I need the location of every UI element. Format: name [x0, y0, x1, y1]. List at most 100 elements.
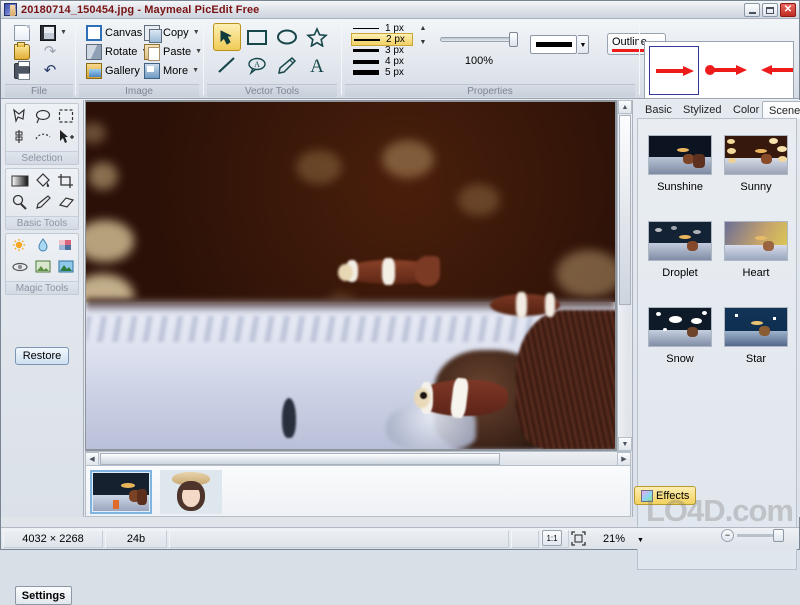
thumbnail-strip[interactable] [85, 465, 631, 517]
gallery-label: Gallery [105, 64, 140, 77]
arrow-style-dot-right[interactable] [703, 46, 753, 95]
save-button[interactable]: ▼ [37, 23, 70, 42]
effect-star[interactable]: Star [724, 307, 788, 365]
ribbon-group-image: Canvas Copy ▼ Rotate ▼ Paste ▼ [79, 21, 202, 97]
effects-button[interactable]: Effects [634, 486, 697, 505]
stroke-width-spinner[interactable]: ▲ ▼ [417, 25, 429, 53]
fit-icon [570, 530, 586, 546]
print-button[interactable] [11, 60, 33, 80]
eyedropper-icon[interactable] [32, 192, 54, 212]
effect-sunshine[interactable]: Sunshine [648, 135, 712, 193]
more-button[interactable]: More ▼ [141, 61, 202, 80]
star-tool[interactable] [303, 23, 331, 51]
minimize-button[interactable] [744, 3, 760, 17]
chevron-down-icon: ▼ [192, 29, 200, 36]
polygon-select-icon[interactable] [9, 106, 31, 126]
crop-icon[interactable] [55, 171, 77, 191]
effect-droplet[interactable]: Droplet [648, 221, 712, 279]
line-tool[interactable] [213, 51, 241, 79]
canvas-horizontal-scrollbar[interactable]: ◀ ▶ [85, 451, 631, 466]
thumbnail-portrait[interactable] [160, 470, 222, 514]
arrow-style-plain-left[interactable] [757, 46, 793, 95]
arrow-tool[interactable] [213, 23, 241, 51]
paint-bucket-icon[interactable] [32, 171, 54, 191]
undo-button[interactable]: ↶ [39, 61, 61, 80]
color-dropdown-button[interactable]: ▼ [578, 35, 589, 54]
tab-color[interactable]: Color [727, 102, 765, 118]
tab-scene[interactable]: Scene [762, 101, 800, 119]
stroke-width-option[interactable]: 4 px [351, 56, 413, 67]
star-icon [306, 27, 328, 47]
settings-button[interactable]: Settings [15, 586, 72, 605]
move-select-icon[interactable] [55, 127, 77, 147]
open-button[interactable] [11, 41, 33, 61]
effect-heart[interactable]: Heart [724, 221, 788, 279]
vertical-scroll-thumb[interactable] [619, 115, 631, 305]
canvas-area[interactable]: ▲ ▼ ◀ ▶ [85, 100, 632, 466]
eraser-icon[interactable] [55, 192, 77, 212]
color-swatch-button[interactable] [530, 35, 577, 54]
canvas-icon [86, 24, 102, 41]
title-bar: 20180714_150454.jpg - Maymeal PicEdit Fr… [1, 1, 799, 19]
enhance-icon[interactable] [55, 257, 77, 277]
ellipse-tool[interactable] [273, 23, 301, 51]
thumbnail-fish[interactable] [90, 470, 152, 514]
new-button[interactable] [11, 23, 33, 42]
image-canvas[interactable] [86, 102, 615, 449]
blur-icon[interactable] [32, 236, 54, 256]
effect-snow[interactable]: Snow [648, 307, 712, 365]
freehand-select-icon[interactable] [32, 127, 54, 147]
stroke-width-list[interactable]: 1 px 2 px 3 px 4 px 5 px [351, 23, 413, 78]
effect-sunny[interactable]: Sunny [724, 135, 788, 193]
saturation-icon[interactable] [55, 236, 77, 256]
canvas-vertical-scrollbar[interactable]: ▲ ▼ [617, 100, 632, 451]
restore-button[interactable]: Restore [15, 347, 69, 365]
red-eye-icon[interactable] [9, 257, 31, 277]
arrow-style-gallery[interactable] [644, 41, 794, 99]
status-message [169, 529, 509, 548]
scroll-left-button[interactable]: ◀ [85, 452, 99, 466]
zoom-out-button[interactable]: − [721, 529, 734, 542]
scroll-down-button[interactable]: ▼ [618, 437, 632, 451]
lasso-select-icon[interactable] [32, 106, 54, 126]
tab-basic[interactable]: Basic [639, 102, 678, 118]
magnetic-select-icon[interactable] [9, 127, 31, 147]
actual-size-button[interactable]: 1:1 [542, 530, 562, 546]
gradient-icon[interactable] [9, 171, 31, 191]
clone-icon[interactable] [32, 257, 54, 277]
arrow-style-plain-right[interactable] [649, 46, 699, 95]
opacity-slider[interactable] [440, 32, 518, 47]
rectangle-tool[interactable] [243, 23, 271, 51]
zoom-slider[interactable]: − [721, 529, 791, 545]
group-label-image: Image [79, 84, 199, 97]
stroke-width-option[interactable]: 5 px [351, 67, 413, 78]
photo-small-fish [282, 398, 296, 438]
ribbon-group-vector-tools: A A Vector Tools [207, 21, 337, 97]
slider-handle[interactable] [509, 32, 518, 47]
text-tool[interactable]: A [303, 51, 331, 79]
scroll-right-button[interactable]: ▶ [617, 452, 631, 466]
rectangle-select-icon[interactable] [55, 106, 77, 126]
canvas-button[interactable]: Canvas [83, 23, 145, 42]
horizontal-scroll-thumb[interactable] [100, 453, 500, 465]
stroke-width-option[interactable]: 3 px [351, 45, 413, 56]
chevron-down-icon[interactable]: ▼ [417, 39, 429, 53]
zoom-dropdown-icon[interactable]: ▼ [637, 537, 644, 544]
pencil-tool[interactable] [273, 51, 301, 79]
paste-button[interactable]: Paste ▼ [141, 42, 205, 61]
chevron-up-icon[interactable]: ▲ [417, 25, 429, 39]
callout-tool[interactable]: A [243, 51, 271, 79]
tab-stylized[interactable]: Stylized [677, 102, 728, 118]
zoom-slider-handle[interactable] [773, 529, 784, 542]
redo-button[interactable]: ↷ [39, 42, 61, 61]
effect-label: Star [745, 353, 767, 365]
toolbox-label-basic: Basic Tools [6, 216, 78, 229]
close-button[interactable]: ✕ [780, 3, 796, 17]
gallery-button[interactable]: Gallery [83, 61, 143, 80]
scroll-up-button[interactable]: ▲ [618, 100, 632, 114]
fit-screen-button[interactable] [568, 530, 588, 546]
brightness-icon[interactable] [9, 236, 31, 256]
maximize-button[interactable] [762, 3, 778, 17]
zoom-icon[interactable] [9, 192, 31, 212]
copy-button[interactable]: Copy ▼ [141, 23, 203, 43]
